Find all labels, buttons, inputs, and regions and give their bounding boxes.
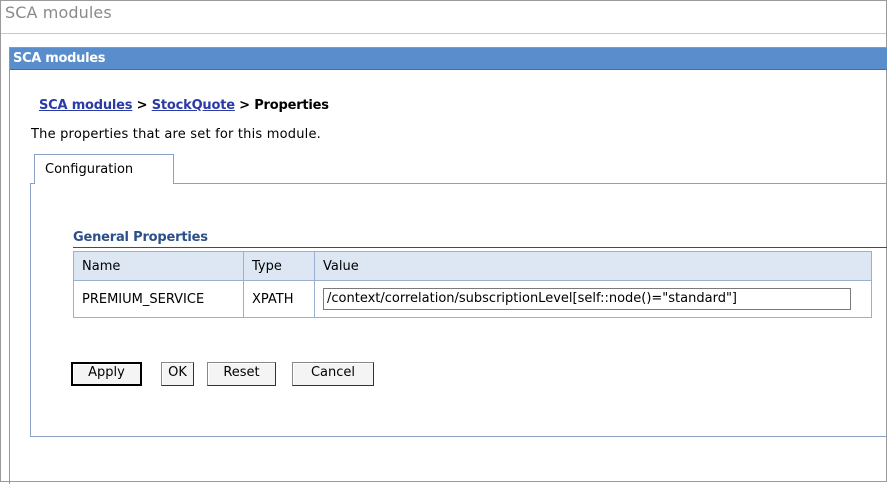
table-row: PREMIUM_SERVICE XPATH /context/correlati… — [73, 280, 872, 318]
sca-modules-portlet: SCA modules SCA modules > StockQuote > P… — [9, 47, 887, 484]
properties-table: Name Type Value PREMIUM_SERVICE XPATH /c… — [73, 251, 872, 318]
property-name-cell: PREMIUM_SERVICE — [73, 280, 244, 318]
apply-button[interactable]: Apply — [71, 362, 142, 386]
breadcrumb-sca-modules-link[interactable]: SCA modules — [39, 98, 133, 113]
portlet-header: SCA modules — [10, 48, 887, 70]
breadcrumb-separator: > — [239, 98, 250, 113]
property-type-cell: XPATH — [243, 280, 315, 318]
cancel-button[interactable]: Cancel — [292, 362, 374, 386]
column-header-value: Value — [314, 251, 872, 281]
page-description: The properties that are set for this mod… — [31, 127, 321, 142]
ok-button[interactable]: OK — [161, 362, 194, 386]
breadcrumb-stockquote-link[interactable]: StockQuote — [152, 98, 235, 113]
breadcrumb: SCA modules > StockQuote > Properties — [39, 98, 329, 113]
breadcrumb-separator: > — [136, 98, 148, 113]
column-header-type: Type — [243, 251, 315, 281]
window-frame: SCA modules SCA modules SCA modules > St… — [0, 0, 887, 484]
property-value-input[interactable]: /context/correlation/subscriptionLevel[s… — [323, 288, 851, 310]
title-divider — [1, 33, 886, 34]
property-value-cell: /context/correlation/subscriptionLevel[s… — [314, 280, 872, 318]
breadcrumb-current-page: Properties — [254, 98, 329, 113]
section-divider — [73, 247, 887, 248]
general-properties-title: General Properties — [73, 230, 208, 245]
table-header-row: Name Type Value — [73, 251, 872, 281]
column-header-name: Name — [73, 251, 244, 281]
tab-configuration[interactable]: Configuration — [34, 154, 174, 184]
reset-button[interactable]: Reset — [207, 362, 276, 386]
window-title: SCA modules — [5, 3, 112, 22]
